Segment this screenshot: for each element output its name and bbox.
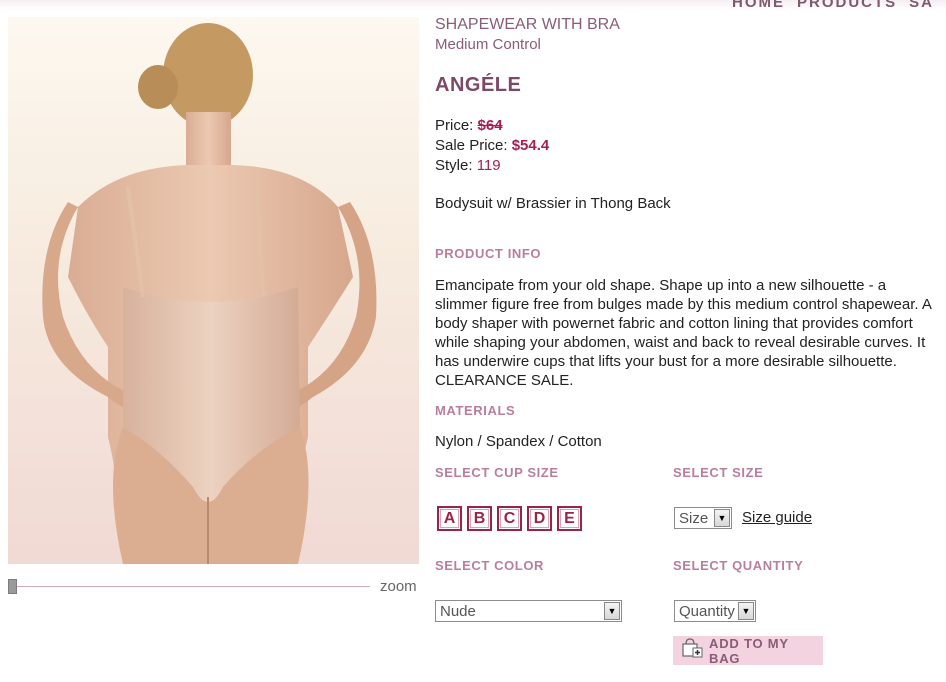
style-label: Style:: [435, 157, 473, 174]
original-price: $64: [477, 117, 503, 134]
sale-price-label: Sale Price:: [435, 137, 508, 154]
size-select[interactable]: Size ▼: [674, 507, 732, 529]
color-heading: SELECT COLOR: [435, 558, 545, 573]
quantity-select[interactable]: Quantity ▼: [674, 600, 756, 622]
sale-price-line: Sale Price: $54.4: [435, 137, 549, 154]
zoom-slider-handle[interactable]: [8, 579, 17, 594]
size-heading: SELECT SIZE: [673, 465, 764, 480]
nav-home[interactable]: HOME: [732, 0, 785, 10]
nav-more[interactable]: SA: [909, 0, 934, 10]
product-description: Emancipate from your old shape. Shape up…: [435, 277, 932, 389]
price-line: Price: $64: [435, 117, 503, 134]
product-name: ANGÉLE: [435, 74, 522, 96]
top-nav: HOME PRODUCTS SA: [732, 0, 946, 10]
dropdown-arrow-icon: ▼: [714, 509, 730, 527]
zoom-slider-track[interactable]: [8, 586, 370, 587]
shopping-bag-add-icon: [681, 638, 703, 663]
cup-option-c[interactable]: C: [497, 506, 522, 531]
dropdown-arrow-icon: ▼: [738, 602, 754, 620]
size-select-value: Size: [679, 509, 709, 527]
add-to-bag-button[interactable]: ADD TO MY BAG: [673, 635, 823, 666]
product-image[interactable]: [8, 17, 419, 564]
nav-products[interactable]: PRODUCTS: [797, 0, 897, 10]
cup-size-heading: SELECT CUP SIZE: [435, 465, 559, 480]
product-info-heading: PRODUCT INFO: [435, 246, 542, 261]
product-category: SHAPEWEAR WITH BRA: [435, 16, 620, 33]
add-to-bag-label: ADD TO MY BAG: [709, 635, 789, 666]
zoom-label: zoom: [380, 578, 417, 595]
style-line: Style: 119: [435, 157, 501, 174]
cup-option-b[interactable]: B: [467, 506, 492, 531]
dropdown-arrow-icon: ▼: [604, 602, 620, 620]
cup-option-a[interactable]: A: [437, 506, 462, 531]
color-select-value: Nude: [440, 602, 476, 620]
sale-price: $54.4: [511, 137, 550, 154]
cup-option-d[interactable]: D: [527, 506, 552, 531]
cup-option-e[interactable]: E: [557, 506, 582, 531]
quantity-heading: SELECT QUANTITY: [673, 558, 804, 573]
price-label: Price:: [435, 117, 474, 134]
color-select[interactable]: Nude ▼: [435, 600, 622, 622]
materials-heading: MATERIALS: [435, 403, 516, 418]
cup-size-options: A B C D E: [437, 506, 582, 531]
materials-text: Nylon / Spandex / Cotton: [435, 433, 602, 450]
product-control: Medium Control: [435, 36, 541, 53]
size-guide-link[interactable]: Size guide: [742, 509, 812, 526]
product-subtitle: Bodysuit w/ Brassier in Thong Back: [435, 195, 671, 212]
quantity-select-value: Quantity: [679, 602, 735, 620]
style-number: 119: [476, 157, 501, 174]
